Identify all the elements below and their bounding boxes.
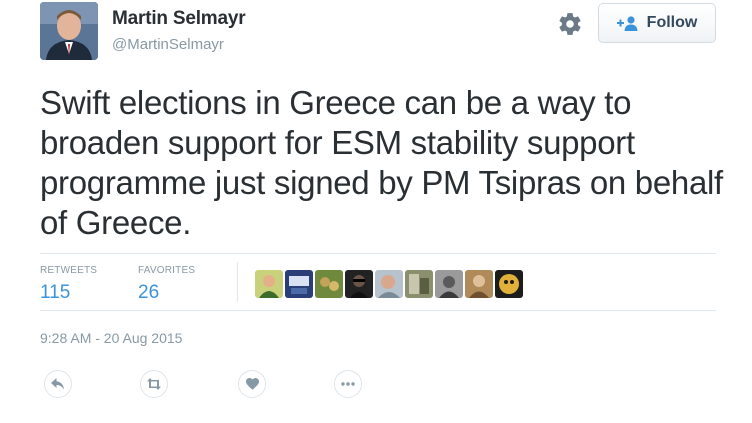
- more-button[interactable]: [334, 370, 362, 398]
- favorites-count: 26: [138, 282, 160, 303]
- favoriter-avatar[interactable]: [465, 270, 493, 298]
- reply-icon: [51, 378, 64, 390]
- stats-separator: [237, 262, 238, 302]
- more-icon: [341, 382, 355, 386]
- favoriter-avatar[interactable]: [375, 270, 403, 298]
- gear-icon[interactable]: [557, 11, 583, 37]
- favoriter-avatar[interactable]: [495, 270, 523, 298]
- retweets-stat[interactable]: RETWEETS 115: [40, 265, 97, 304]
- tweet-timestamp[interactable]: 9:28 AM - 20 Aug 2015: [40, 330, 182, 346]
- favorite-button[interactable]: [238, 370, 266, 398]
- divider: [40, 253, 716, 254]
- favoriter-avatar[interactable]: [315, 270, 343, 298]
- avatar-image: [40, 2, 98, 60]
- favoriter-avatar[interactable]: [405, 270, 433, 298]
- divider: [40, 310, 716, 311]
- reply-button[interactable]: [44, 370, 72, 398]
- favoriter-avatar[interactable]: [255, 270, 283, 298]
- avatar[interactable]: [40, 2, 98, 60]
- favorites-stat[interactable]: FAVORITES 26: [138, 265, 195, 304]
- favoriter-avatar[interactable]: [345, 270, 373, 298]
- retweets-count: 115: [40, 282, 71, 303]
- heart-icon: [245, 378, 259, 390]
- follow-button[interactable]: Follow: [598, 3, 716, 43]
- retweet-icon: [147, 378, 161, 390]
- favoriter-avatar[interactable]: [285, 270, 313, 298]
- favoriter-avatar[interactable]: [435, 270, 463, 298]
- favorites-label: FAVORITES: [138, 265, 196, 276]
- follow-label: Follow: [646, 14, 698, 31]
- retweet-button[interactable]: [140, 370, 168, 398]
- retweets-label: RETWEETS: [40, 265, 98, 276]
- author-name[interactable]: Martin Selmayr: [112, 8, 246, 30]
- tweet-text: Swift elections in Greece can be a way t…: [40, 84, 723, 241]
- favoriters-avatars: [255, 270, 523, 298]
- author-handle[interactable]: @MartinSelmayr: [112, 36, 224, 53]
- add-person-icon: [616, 16, 638, 31]
